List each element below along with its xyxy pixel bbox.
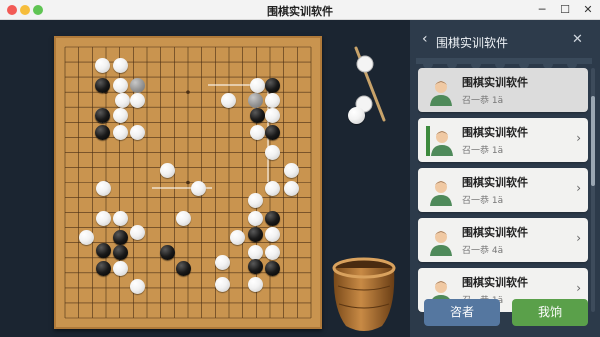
item-title: 围棋实训软件	[462, 76, 528, 89]
white-stone[interactable]	[95, 180, 111, 196]
chevron-right-icon: ›	[576, 131, 581, 145]
title-bar: 围棋实训软件 ─ ☐ ✕	[0, 0, 600, 20]
white-stone[interactable]	[112, 260, 128, 276]
panel-title: 围棋实训软件	[436, 36, 509, 50]
close-icon[interactable]: ✕	[572, 32, 583, 47]
avatar	[430, 181, 452, 206]
item-subtitle: 召一恭 1ä	[462, 146, 504, 156]
lesson-list: 围棋实训软件 召一恭 1ä 围棋实训软件 召一恭 1ä › 围棋实训软件 召一恭…	[418, 68, 588, 312]
black-stone[interactable]	[247, 226, 263, 242]
list-item[interactable]: 围棋实训软件 召一恭 1ä ›	[418, 118, 588, 162]
white-stone[interactable]	[129, 124, 145, 140]
black-stone[interactable]	[112, 229, 128, 245]
white-stone[interactable]	[249, 124, 265, 140]
white-stone[interactable]	[114, 92, 130, 108]
white-stone[interactable]	[95, 210, 111, 226]
close-icon[interactable]: ✕	[581, 3, 595, 16]
window-title: 围棋实训软件	[267, 5, 333, 18]
white-stone[interactable]	[112, 124, 128, 140]
item-subtitle: 召一恭 1ä	[462, 196, 504, 206]
white-stone[interactable]	[264, 244, 280, 260]
black-stone[interactable]	[159, 244, 175, 260]
list-item[interactable]: 围棋实训软件 召一恭 1ä	[418, 68, 588, 112]
scrollbar-thumb[interactable]	[591, 96, 595, 186]
white-stone[interactable]	[112, 57, 128, 73]
white-stone[interactable]	[229, 229, 245, 245]
list-item[interactable]: 围棋实训软件 召一恭 1ä ›	[418, 168, 588, 212]
white-stone[interactable]	[220, 92, 236, 108]
white-stone[interactable]	[78, 229, 94, 245]
chevron-right-icon: ›	[576, 181, 581, 195]
training-panel: ‹ 围棋实训软件 ✕ 围棋实训软件 召一恭 1ä 围棋实训软件 召一恭 1ä ›…	[410, 20, 600, 337]
black-stone[interactable]	[95, 242, 111, 258]
black-stone[interactable]	[94, 77, 110, 93]
white-stone[interactable]	[129, 224, 145, 240]
white-stone[interactable]	[264, 180, 280, 196]
right-action-button[interactable]: 我饷	[512, 299, 588, 326]
white-stone[interactable]	[247, 210, 263, 226]
white-stone[interactable]	[112, 107, 128, 123]
list-scrollbar[interactable]	[591, 68, 595, 312]
back-icon[interactable]: ‹	[422, 31, 428, 47]
item-subtitle: 召一恭 1ä	[462, 96, 504, 106]
white-stone[interactable]	[214, 276, 230, 292]
white-stone[interactable]	[247, 92, 263, 108]
chevron-right-icon: ›	[576, 231, 581, 245]
avatar	[426, 126, 453, 156]
item-title: 围棋实训软件	[462, 126, 528, 139]
black-stone[interactable]	[112, 244, 128, 260]
item-title: 围棋实训软件	[462, 176, 528, 189]
white-stone[interactable]	[247, 244, 263, 260]
white-stone[interactable]	[283, 180, 299, 196]
white-stone[interactable]	[247, 276, 263, 292]
black-stone[interactable]	[264, 124, 280, 140]
black-stone[interactable]	[264, 77, 280, 93]
game-stage	[0, 20, 410, 337]
black-stone[interactable]	[94, 107, 110, 123]
white-stone[interactable]	[283, 162, 299, 178]
maximize-icon[interactable]: ☐	[558, 3, 572, 16]
white-stone[interactable]	[249, 77, 265, 93]
go-board[interactable]	[54, 36, 322, 329]
black-stone[interactable]	[94, 124, 110, 140]
white-stone[interactable]	[214, 254, 230, 270]
left-action-button[interactable]: 咨者	[424, 299, 500, 326]
white-stone[interactable]	[112, 210, 128, 226]
stone-bowl-icon[interactable]	[332, 256, 396, 334]
white-stone[interactable]	[264, 226, 280, 242]
white-stone[interactable]	[159, 162, 175, 178]
black-stone[interactable]	[175, 260, 191, 276]
white-stone[interactable]	[94, 57, 110, 73]
white-stone[interactable]	[264, 144, 280, 160]
white-stone[interactable]	[112, 77, 128, 93]
white-stone[interactable]	[175, 210, 191, 226]
black-stone[interactable]	[264, 210, 280, 226]
item-subtitle: 召一恭 4ä	[462, 246, 504, 256]
panel-header: ‹ 围棋实训软件 ✕	[410, 20, 600, 60]
white-stone[interactable]	[190, 180, 206, 196]
white-stone[interactable]	[247, 192, 263, 208]
avatar	[430, 81, 452, 106]
white-stone[interactable]	[129, 92, 145, 108]
list-item[interactable]: 围棋实训软件 召一恭 4ä ›	[418, 218, 588, 262]
black-stone[interactable]	[247, 258, 263, 274]
white-stone[interactable]	[264, 107, 280, 123]
item-title: 围棋实训软件	[462, 276, 528, 289]
white-stone[interactable]	[264, 92, 280, 108]
item-title: 围棋实训软件	[462, 226, 528, 239]
minimize-icon[interactable]: ─	[535, 3, 549, 16]
white-stone[interactable]	[129, 278, 145, 294]
black-stone[interactable]	[264, 260, 280, 276]
avatar	[430, 231, 452, 256]
white-stone[interactable]	[129, 77, 145, 93]
loose-white-stone[interactable]	[348, 107, 365, 124]
chevron-right-icon: ›	[576, 281, 581, 295]
black-stone[interactable]	[95, 260, 111, 276]
app-window: 围棋实训软件 ─ ☐ ✕ ‹ 围棋实训软件 ✕ 围棋实训软件 召一恭 1ä 围棋…	[0, 0, 600, 337]
black-stone[interactable]	[249, 107, 265, 123]
